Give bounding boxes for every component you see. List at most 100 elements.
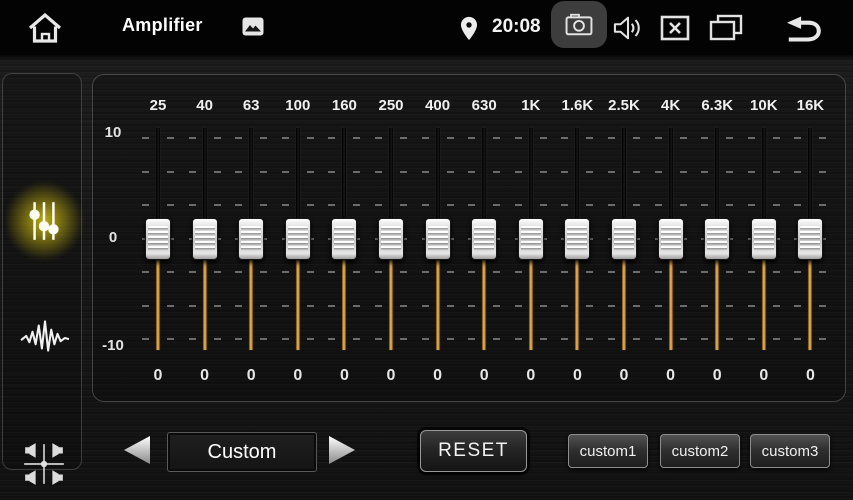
eq-slider-knob[interactable] — [331, 218, 357, 260]
eq-slider-knob[interactable] — [658, 218, 684, 260]
preset-prev-button[interactable] — [120, 434, 154, 466]
reset-button[interactable]: RESET — [420, 430, 527, 472]
camera-button[interactable] — [551, 1, 607, 48]
eq-slider-knob[interactable] — [751, 218, 777, 260]
balance-fader-icon — [21, 441, 67, 487]
tick-mark — [167, 271, 174, 273]
sidebar-item-sound-effects[interactable] — [17, 309, 73, 365]
eq-band-1.6K: 1.6K0 — [554, 75, 600, 403]
tick-mark — [375, 271, 382, 273]
tick-mark — [189, 204, 196, 206]
knob-ridges — [707, 226, 727, 251]
tick-mark — [540, 305, 547, 307]
eq-freq-label: 2.5K — [601, 96, 647, 116]
eq-band-100: 1000 — [275, 75, 321, 403]
tick-mark — [586, 137, 593, 139]
tick-mark — [447, 305, 454, 307]
tick-mark — [493, 271, 500, 273]
tick-mark — [142, 171, 149, 173]
tick-mark — [400, 271, 407, 273]
tick-mark — [189, 271, 196, 273]
sidebar-item-equalizer[interactable] — [16, 193, 72, 249]
eq-slider-knob[interactable] — [285, 218, 311, 260]
arrow-right-icon — [325, 434, 359, 466]
tick-mark — [142, 305, 149, 307]
preset-display[interactable]: Custom — [167, 432, 317, 472]
tick-mark — [540, 137, 547, 139]
eq-band-6.3K: 6.3K0 — [694, 75, 740, 403]
tick-mark — [328, 338, 335, 340]
tick-mark — [189, 338, 196, 340]
tick-mark — [447, 338, 454, 340]
tick-mark — [515, 271, 522, 273]
top-bar: Amplifier 20:08 — [0, 0, 853, 55]
volume-button[interactable] — [612, 14, 644, 42]
tick-mark — [235, 171, 242, 173]
waveform-icon — [20, 318, 70, 356]
eq-slider-knob[interactable] — [425, 218, 451, 260]
tick-mark — [235, 338, 242, 340]
eq-slider-knob[interactable] — [611, 218, 637, 260]
back-icon — [780, 13, 824, 43]
eq-slider-knob[interactable] — [518, 218, 544, 260]
recent-apps-button[interactable] — [709, 14, 743, 42]
tick-mark — [375, 204, 382, 206]
preset-custom1-button[interactable]: custom1 — [568, 434, 648, 468]
tick-mark — [493, 204, 500, 206]
wallpaper-button[interactable] — [242, 17, 264, 36]
eq-slider-knob[interactable] — [238, 218, 264, 260]
sidebar-item-balance-fader[interactable] — [16, 436, 72, 492]
tick-mark — [189, 171, 196, 173]
tick-mark — [493, 338, 500, 340]
close-window-button[interactable] — [660, 15, 690, 41]
eq-band-400: 4000 — [415, 75, 461, 403]
tick-mark — [307, 338, 314, 340]
tick-mark — [422, 171, 429, 173]
tick-mark — [515, 305, 522, 307]
tick-mark — [328, 305, 335, 307]
eq-slider-knob[interactable] — [378, 218, 404, 260]
tick-mark — [794, 338, 801, 340]
preset-custom3-button[interactable]: custom3 — [750, 434, 830, 468]
tick-mark — [400, 338, 407, 340]
tick-mark — [375, 305, 382, 307]
tick-mark — [447, 204, 454, 206]
tick-mark — [561, 204, 568, 206]
eq-value-label: 0 — [648, 366, 694, 386]
preset-next-button[interactable] — [325, 434, 359, 466]
tick-mark — [794, 204, 801, 206]
tick-mark — [307, 137, 314, 139]
eq-value-label: 0 — [135, 366, 181, 386]
eq-slider-knob[interactable] — [145, 218, 171, 260]
eq-band-25: 250 — [135, 75, 181, 403]
location-indicator[interactable] — [459, 16, 479, 41]
home-button[interactable] — [26, 11, 64, 47]
tick-mark — [142, 137, 149, 139]
back-button[interactable] — [780, 13, 824, 43]
tick-mark — [493, 137, 500, 139]
tick-mark — [701, 305, 708, 307]
eq-slider-knob[interactable] — [192, 218, 218, 260]
eq-band-1K: 1K0 — [508, 75, 554, 403]
close-window-icon — [660, 15, 690, 41]
tick-mark — [819, 271, 826, 273]
tick-mark — [819, 204, 826, 206]
preset-custom2-button[interactable]: custom2 — [660, 434, 740, 468]
eq-slider-knob[interactable] — [471, 218, 497, 260]
tick-mark — [701, 137, 708, 139]
eq-slider-knob[interactable] — [564, 218, 590, 260]
eq-slider-knob[interactable] — [704, 218, 730, 260]
tick-mark — [468, 338, 475, 340]
eq-value-label: 0 — [554, 366, 600, 386]
tick-mark — [819, 171, 826, 173]
eq-freq-label: 6.3K — [694, 96, 740, 116]
tick-mark — [748, 338, 755, 340]
tick-mark — [748, 137, 755, 139]
tick-mark — [586, 204, 593, 206]
tick-mark — [726, 338, 733, 340]
tick-mark — [608, 305, 615, 307]
tick-mark — [282, 305, 289, 307]
tick-mark — [422, 137, 429, 139]
eq-value-label: 0 — [508, 366, 554, 386]
eq-slider-knob[interactable] — [797, 218, 823, 260]
